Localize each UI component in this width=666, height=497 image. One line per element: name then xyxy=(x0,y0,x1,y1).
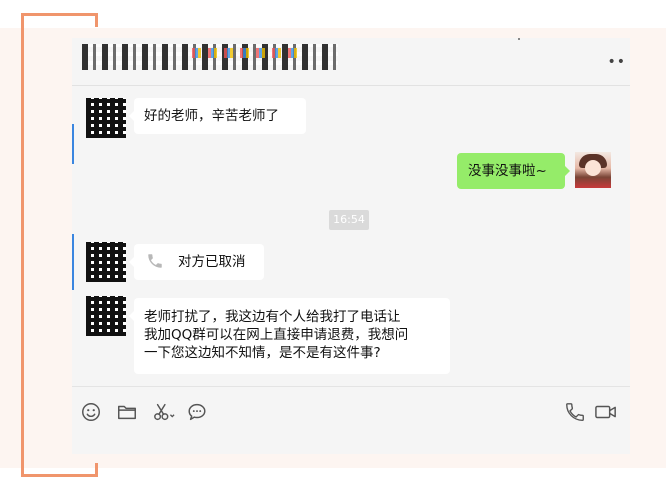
call-record-bubble[interactable]: 对方已取消 xyxy=(129,244,264,280)
avatar[interactable] xyxy=(86,98,126,138)
input-toolbar xyxy=(72,386,630,454)
highlight-bracket-tick-bottom xyxy=(95,463,98,477)
video-icon[interactable] xyxy=(594,401,618,423)
message-bubble-received: 老师打扰了，我这边有个人给我打了电话让 我加QQ群可以在网上直接申请退费，我想问… xyxy=(129,298,450,374)
message-line: 老师打扰了，我这边有个人给我打了电话让 xyxy=(144,309,401,325)
avatar[interactable] xyxy=(86,242,126,282)
more-options-icon[interactable]: •• xyxy=(607,54,626,70)
call-status-text: 对方已取消 xyxy=(178,254,246,270)
emoji-icon[interactable] xyxy=(80,401,102,423)
side-accent-bar xyxy=(72,234,74,290)
header-mark xyxy=(518,38,520,40)
message-line: 我加QQ群可以在网上直接申请退费，我想问 xyxy=(144,327,409,343)
message-text: 好的老师，辛苦老师了 xyxy=(144,108,279,124)
scissors-icon[interactable] xyxy=(151,401,177,423)
self-avatar[interactable] xyxy=(575,152,611,188)
chat-bubble-icon[interactable] xyxy=(186,401,208,423)
phone-icon[interactable] xyxy=(564,401,586,423)
phone-icon xyxy=(146,252,164,275)
message-bubble-received: 好的老师，辛苦老师了 xyxy=(129,98,306,134)
chat-window: •• 好的老师，辛苦老师了 没事没事啦~ 16:54 对方已取消 老师打扰了，我… xyxy=(72,38,630,454)
side-accent-bar xyxy=(72,124,74,164)
message-line: 一下您这边知不知情，是不是有这件事? xyxy=(144,345,381,361)
chat-title-redacted-emoji xyxy=(192,48,302,58)
highlight-bracket-tick-top xyxy=(95,13,98,27)
timestamp-badge: 16:54 xyxy=(329,210,369,230)
folder-icon[interactable] xyxy=(116,401,138,423)
message-bubble-sent: 没事没事啦~ xyxy=(457,153,570,189)
chat-header: •• xyxy=(72,38,630,86)
avatar[interactable] xyxy=(86,296,126,336)
message-text: 没事没事啦~ xyxy=(468,163,547,179)
